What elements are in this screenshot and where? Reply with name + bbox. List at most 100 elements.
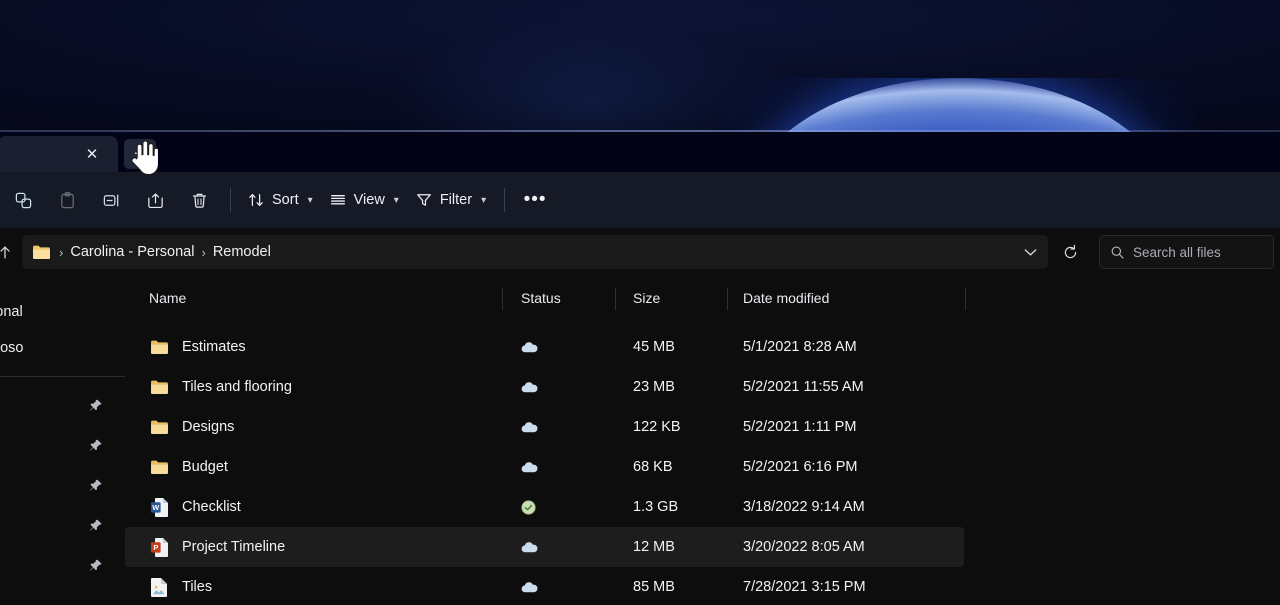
table-row[interactable]: Designs 122 KB 5/2/2021 1:11 PM: [125, 407, 1280, 447]
column-header-name[interactable]: Name: [149, 276, 186, 320]
sidebar-pinned-item[interactable]: [0, 465, 125, 505]
delete-button[interactable]: [178, 181, 220, 219]
breadcrumb[interactable]: › Carolina - Personal › Remodel: [22, 235, 1048, 269]
table-row[interactable]: Budget 68 KB 5/2/2021 6:16 PM: [125, 447, 1280, 487]
folder-glyph: [32, 245, 50, 259]
list-lines-icon: [330, 195, 345, 205]
cloud-icon: [521, 382, 538, 393]
view-menu-button[interactable]: View ▾: [323, 181, 407, 219]
table-row[interactable]: Tiles 85 MB 7/28/2021 3:15 PM: [125, 567, 1280, 605]
breadcrumb-item-remodel[interactable]: Remodel: [213, 244, 271, 260]
chevron-down-icon[interactable]: [1016, 238, 1044, 266]
command-bar: Sort ▾ View ▾ Filter ▾ •••: [0, 172, 1280, 228]
breadcrumb-separator-2: ›: [201, 244, 206, 260]
file-date: 5/2/2021 1:11 PM: [743, 419, 857, 435]
rename-icon: [103, 194, 118, 206]
paste-button[interactable]: [46, 181, 88, 219]
sidebar-item-label: sonal: [0, 304, 23, 320]
filter-label: Filter: [439, 192, 473, 208]
sort-arrows-icon: [249, 193, 263, 207]
copy-icon: [15, 192, 31, 208]
pin-icon: [90, 519, 102, 531]
svg-text:W: W: [152, 503, 159, 512]
column-header-status[interactable]: Status: [521, 276, 561, 320]
file-name: Project Timeline: [182, 539, 286, 555]
pin-icon: [90, 559, 102, 571]
sidebar-pinned-item[interactable]: [0, 425, 125, 465]
pin-icon: [90, 479, 102, 491]
word-glyph: W: [150, 497, 168, 517]
column-headers: Name Status Size Date modified: [125, 276, 1280, 320]
cloud-icon: [521, 342, 538, 353]
folder-icon: [149, 417, 169, 437]
sidebar-pinned-item[interactable]: [0, 545, 125, 585]
column-divider[interactable]: [727, 288, 728, 310]
folder-glyph: [150, 340, 168, 354]
new-tab-button[interactable]: +: [124, 139, 156, 169]
table-row[interactable]: W Checklist 1.3 GB 3/18/2022 9:14 AM: [125, 487, 1280, 527]
breadcrumb-item-carolina-personal[interactable]: Carolina - Personal: [70, 244, 194, 260]
powerpoint-glyph: P: [150, 537, 168, 557]
file-date: 3/18/2022 9:14 AM: [743, 499, 865, 515]
pin-icon: [90, 399, 102, 411]
overflow-menu-button[interactable]: •••: [515, 181, 555, 219]
folder-glyph: [150, 460, 168, 474]
sidebar-item-carolina-personal[interactable]: sonal: [0, 294, 125, 330]
share-icon: [147, 192, 163, 208]
rename-button[interactable]: [90, 181, 132, 219]
column-header-date[interactable]: Date modified: [743, 276, 829, 320]
file-size: 122 KB: [633, 419, 681, 435]
image-file-glyph: [150, 577, 167, 597]
column-divider[interactable]: [965, 288, 966, 310]
search-input[interactable]: Search all files: [1099, 235, 1274, 269]
toolbar-divider: [230, 188, 231, 212]
sidebar-divider: [0, 376, 125, 377]
column-divider[interactable]: [615, 288, 616, 310]
file-name: Tiles: [182, 579, 213, 595]
search-icon: [1111, 245, 1124, 259]
close-icon[interactable]: ✕: [80, 142, 104, 166]
file-name: Designs: [182, 419, 235, 435]
filter-menu-button[interactable]: Filter ▾: [409, 181, 494, 219]
share-button[interactable]: [134, 181, 176, 219]
refresh-button[interactable]: [1051, 235, 1089, 269]
search-placeholder: Search all files: [1133, 244, 1221, 260]
table-row[interactable]: Tiles and flooring 23 MB 5/2/2021 11:55 …: [125, 367, 1280, 407]
file-date: 3/20/2022 8:05 AM: [743, 539, 865, 555]
file-size: 1.3 GB: [633, 499, 679, 515]
word-doc-icon: W: [149, 497, 169, 517]
toolbar-divider-2: [504, 188, 506, 212]
navigation-pane: sonal ntoso: [0, 276, 125, 605]
file-name: Budget: [182, 459, 228, 475]
sidebar-pinned-item[interactable]: [0, 385, 125, 425]
folder-glyph: [150, 420, 168, 434]
desktop-wallpaper: [0, 0, 1280, 132]
image-file-icon: [149, 577, 169, 597]
folder-icon: [149, 337, 169, 357]
refresh-icon: [1064, 244, 1076, 258]
sidebar-pinned-item[interactable]: [0, 505, 125, 545]
sidebar-item-contoso[interactable]: ntoso: [0, 330, 125, 366]
file-name: Tiles and flooring: [182, 379, 292, 395]
file-size: 68 KB: [633, 459, 673, 475]
file-list: Name Status Size Date modified Estimates…: [125, 276, 1280, 605]
plus-icon: +: [134, 143, 146, 165]
column-divider[interactable]: [502, 288, 503, 310]
tab-active[interactable]: ✕: [0, 136, 118, 172]
status-cell: [521, 421, 538, 433]
cloud-icon: [521, 462, 538, 473]
column-header-size[interactable]: Size: [633, 276, 660, 320]
table-row[interactable]: Estimates 45 MB 5/1/2021 8:28 AM: [125, 327, 1280, 367]
folder-glyph: [150, 380, 168, 394]
funnel-icon: [416, 194, 431, 206]
up-button[interactable]: [0, 235, 22, 269]
status-cell: [521, 581, 538, 593]
file-date: 5/2/2021 11:55 AM: [743, 379, 864, 395]
sort-menu-button[interactable]: Sort ▾: [241, 181, 321, 219]
copy-button[interactable]: [2, 181, 44, 219]
arrow-up-icon: [0, 246, 10, 259]
table-row-selected[interactable]: P Project Timeline 12 MB 3/20/2022 8:05 …: [125, 527, 964, 567]
file-name: Estimates: [182, 339, 246, 355]
explorer-body: sonal ntoso: [0, 276, 1280, 605]
folder-icon: [149, 377, 169, 397]
